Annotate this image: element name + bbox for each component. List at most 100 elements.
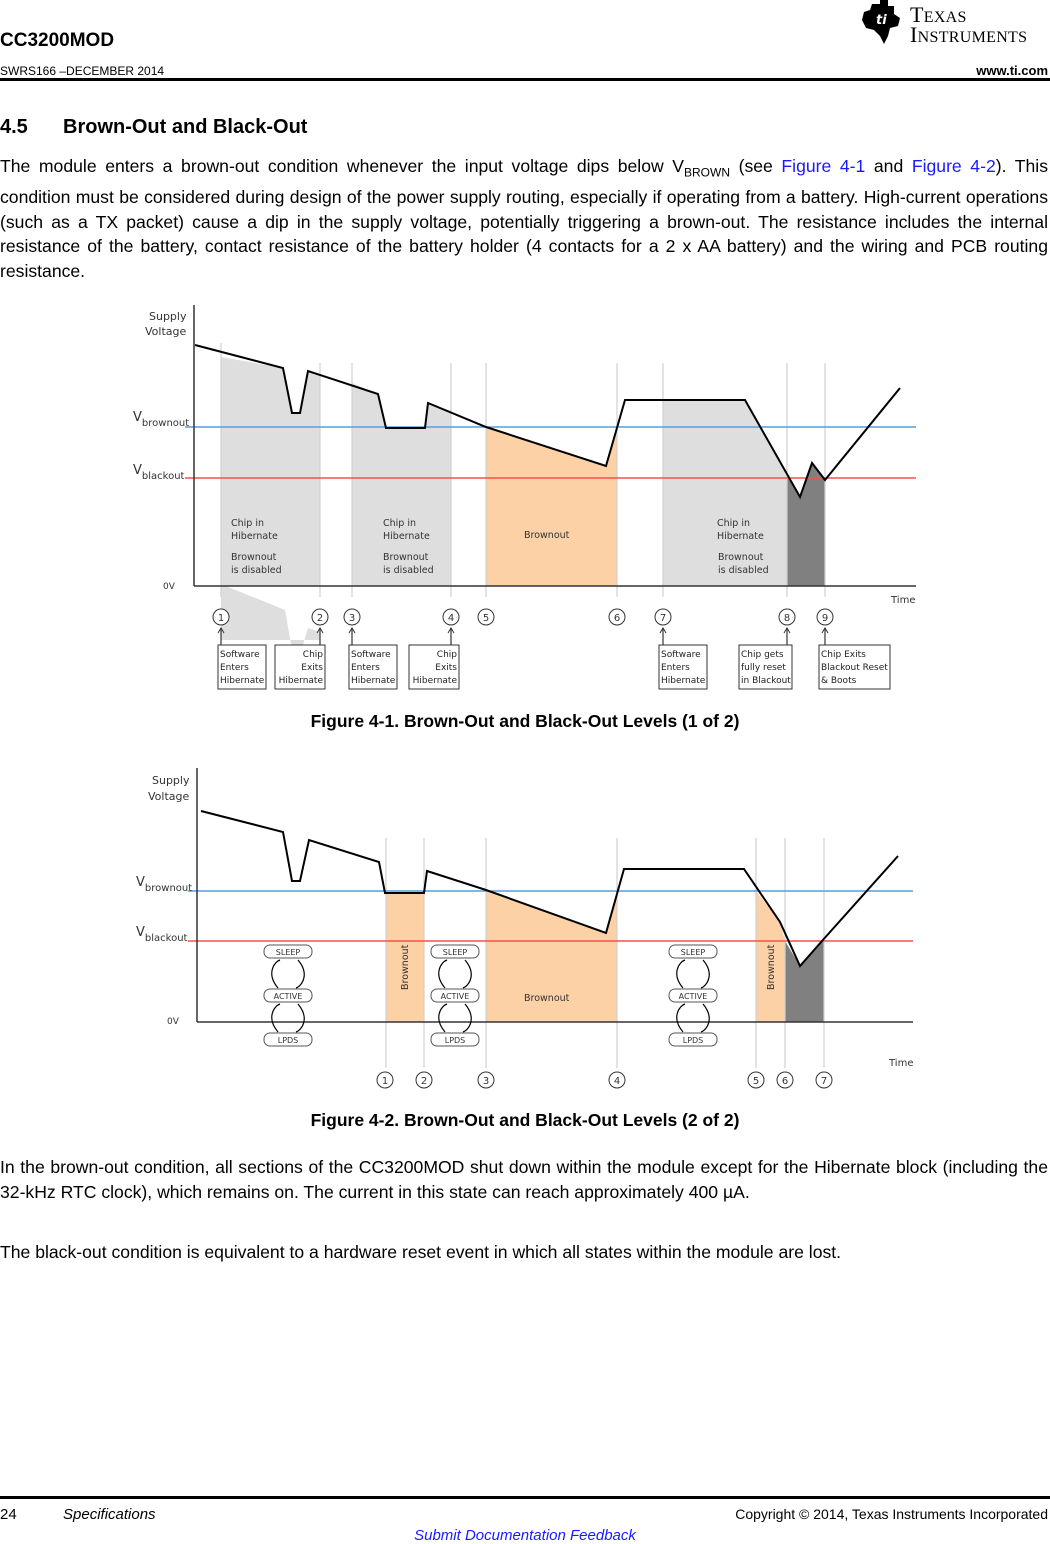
- cycle-arrow-down-icon: [295, 1003, 305, 1033]
- brownout-region-label-vertical: Brownout: [400, 944, 411, 990]
- region-label: Brownout: [383, 552, 429, 563]
- event-marker-number: 3: [483, 1076, 489, 1087]
- text-run: and: [865, 156, 912, 176]
- cycle-arrow-up-icon: [676, 959, 686, 989]
- region-label: Chip in: [717, 518, 750, 529]
- cycle-arrow-up-icon: [271, 959, 281, 989]
- state-label: LPDS: [278, 1036, 299, 1045]
- event-marker-number: 3: [349, 613, 355, 624]
- cycle-arrow-down-icon: [462, 1003, 472, 1033]
- state-label: ACTIVE: [679, 992, 708, 1001]
- footer-rule: [0, 1496, 1050, 1499]
- event-marker-number: 5: [483, 613, 489, 624]
- region-label: is disabled: [231, 565, 282, 576]
- event-label: Enters: [661, 663, 690, 673]
- cycle-arrow-down-icon: [295, 959, 305, 989]
- logo-text-instruments: Instruments: [910, 22, 1028, 47]
- document-id: SWRS166 –DECEMBER 2014: [0, 64, 165, 78]
- event-label: in Blackout: [741, 676, 791, 686]
- cycle-arrow-down-icon: [700, 959, 710, 989]
- event-marker-number: 6: [782, 1076, 788, 1087]
- event-marker-number: 7: [821, 1076, 827, 1087]
- event-marker-number: 5: [753, 1076, 759, 1087]
- subscript: BROWN: [684, 165, 731, 180]
- v-brownout-label: Vbrownout: [133, 410, 189, 429]
- figure-4-1-caption: Figure 4-1. Brown-Out and Black-Out Leve…: [310, 711, 740, 731]
- document-title: CC3200MOD: [0, 30, 115, 51]
- brownout-region-label: Brownout: [524, 993, 570, 1004]
- event-label: Enters: [220, 663, 249, 673]
- svg-text:ti: ti: [876, 13, 887, 28]
- region-label: Hibernate: [231, 531, 278, 542]
- event-marker-number: 6: [614, 613, 620, 624]
- event-marker-number: 1: [218, 613, 224, 624]
- event-label: Exits: [435, 663, 457, 673]
- x-axis-label: Time: [890, 595, 915, 606]
- v-blackout-label: Vblackout: [136, 925, 188, 944]
- region-label: Brownout: [231, 552, 277, 563]
- event-label: Chip: [437, 650, 457, 660]
- event-label: Hibernate: [661, 676, 706, 686]
- event-label: Chip: [303, 650, 323, 660]
- hibernate-region-1: [221, 584, 320, 655]
- page-number: 24: [0, 1506, 17, 1523]
- submit-feedback-link[interactable]: Submit Documentation Feedback: [0, 1527, 1050, 1544]
- brownout-paragraph: In the brown-out condition, all sections…: [0, 1157, 1048, 1202]
- website-link[interactable]: www.ti.com: [976, 63, 1048, 78]
- event-marker-number: 7: [660, 613, 666, 624]
- cycle-arrow-up-icon: [438, 1003, 448, 1033]
- figure-4-1: Supply Voltage Vbrownout Vblackout 0V Ti…: [133, 305, 916, 690]
- v-brownout-label: Vbrownout: [136, 875, 192, 894]
- y-axis-label-line2: Voltage: [148, 790, 189, 803]
- region-label: Brownout: [718, 552, 764, 563]
- logo-text-texas: Texas: [910, 2, 967, 27]
- cycle-arrow-down-icon: [700, 1003, 710, 1033]
- figure-4-1-link[interactable]: Figure 4-1: [781, 156, 865, 176]
- figure-4-2-caption: Figure 4-2. Brown-Out and Black-Out Leve…: [310, 1110, 740, 1130]
- event-label: Hibernate: [413, 676, 458, 686]
- copyright-notice: Copyright © 2014, Texas Instruments Inco…: [735, 1506, 1048, 1522]
- state-label: ACTIVE: [274, 992, 303, 1001]
- ti-logo-icon: ti: [862, 0, 900, 44]
- cycle-arrow-up-icon: [676, 1003, 686, 1033]
- y-axis-label-line2: Voltage: [145, 325, 186, 338]
- cycle-arrow-down-icon: [462, 959, 472, 989]
- region-label: Chip in: [231, 518, 264, 529]
- region-label: Brownout: [524, 530, 570, 541]
- state-label: LPDS: [445, 1036, 466, 1045]
- event-marker-number: 2: [421, 1076, 427, 1087]
- figure-4-2-link[interactable]: Figure 4-2: [912, 156, 996, 176]
- event-marker-number: 1: [382, 1076, 388, 1087]
- event-label: fully reset: [741, 663, 786, 673]
- blackout-paragraph: The black-out condition is equivalent to…: [0, 1242, 842, 1262]
- figure-4-2: Supply Voltage Vbrownout Vblackout 0V Ti…: [136, 768, 913, 1089]
- region-label: Hibernate: [383, 531, 430, 542]
- footer-section-name: Specifications: [63, 1506, 156, 1523]
- event-label: Software: [351, 650, 391, 660]
- cycle-arrow-up-icon: [438, 959, 448, 989]
- event-label: Chip Exits: [821, 650, 866, 660]
- event-label: Chip gets: [741, 650, 784, 660]
- event-label: Hibernate: [279, 676, 324, 686]
- state-label: ACTIVE: [441, 992, 470, 1001]
- event-label: & Boots: [821, 676, 857, 686]
- section-title: Brown-Out and Black-Out: [63, 116, 308, 138]
- v-blackout-label: Vblackout: [133, 463, 185, 482]
- region-label: is disabled: [383, 565, 434, 576]
- event-label: Hibernate: [220, 676, 265, 686]
- zero-volt-label: 0V: [163, 582, 176, 592]
- event-marker-number: 8: [784, 613, 790, 624]
- x-axis-label: Time: [888, 1058, 913, 1069]
- y-axis-label-line1: Supply: [152, 774, 190, 787]
- event-label: Software: [661, 650, 701, 660]
- event-label: Enters: [351, 663, 380, 673]
- intro-paragraph: The module enters a brown-out condition …: [0, 154, 1048, 283]
- text-run: (see: [730, 156, 782, 176]
- section-number: 4.5: [0, 116, 28, 138]
- brownout-region-label-vertical: Brownout: [766, 944, 777, 990]
- blackout-region: [785, 941, 824, 1022]
- brownout-region: [486, 427, 617, 586]
- event-marker-number: 4: [448, 613, 454, 624]
- event-marker-number: 2: [317, 613, 323, 624]
- state-label: SLEEP: [681, 948, 706, 957]
